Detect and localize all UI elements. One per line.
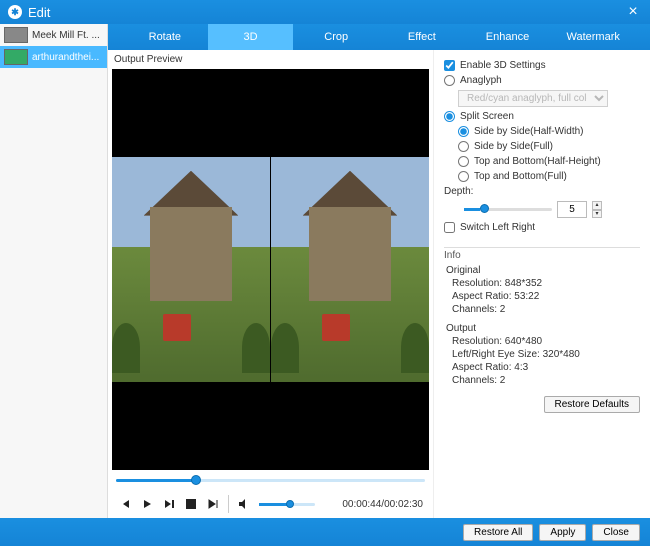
sbs-full-radio[interactable] (458, 141, 469, 152)
out-aspect: Aspect Ratio: 4:3 (452, 362, 640, 373)
anaglyph-radio[interactable] (444, 75, 455, 86)
tab-rotate[interactable]: Rotate (122, 24, 208, 50)
app-icon: ✱ (8, 5, 22, 19)
settings-panel: Enable 3D Settings Anaglyph Red/cyan ana… (433, 50, 650, 518)
titlebar: ✱ Edit × (0, 0, 650, 24)
tab-full-label: Top and Bottom(Full) (474, 171, 567, 182)
depth-label: Depth: (444, 186, 473, 197)
tab-half-radio[interactable] (458, 156, 469, 167)
tab-enhance[interactable]: Enhance (465, 24, 551, 50)
switch-lr-checkbox[interactable] (444, 222, 455, 233)
sidebar-item-0[interactable]: Meek Mill Ft. ... (0, 24, 107, 46)
anaglyph-label: Anaglyph (460, 75, 502, 86)
close-button[interactable]: Close (592, 524, 640, 541)
sidebar-thumb (4, 49, 28, 65)
sidebar-item-label: Meek Mill Ft. ... (32, 30, 100, 41)
anaglyph-dropdown[interactable]: Red/cyan anaglyph, full color (458, 90, 608, 107)
depth-slider[interactable] (464, 208, 552, 211)
orig-resolution: Resolution: 848*352 (452, 278, 640, 289)
out-resolution: Resolution: 640*480 (452, 336, 640, 347)
output-header: Output (446, 323, 640, 334)
depth-knob[interactable] (480, 204, 489, 213)
depth-up-button[interactable]: ▴ (592, 201, 602, 210)
enable-3d-label: Enable 3D Settings (460, 60, 546, 71)
split-screen-radio[interactable] (444, 111, 455, 122)
sbs-full-label: Side by Side(Full) (474, 141, 553, 152)
prev-button[interactable] (118, 497, 132, 511)
out-channels: Channels: 2 (452, 375, 640, 386)
tabs: Rotate 3D Crop Effect Enhance Watermark (108, 24, 650, 50)
seek-bar[interactable] (108, 470, 433, 490)
orig-channels: Channels: 2 (452, 304, 640, 315)
enable-3d-checkbox[interactable] (444, 60, 455, 71)
footer: Restore All Apply Close (0, 518, 650, 546)
sidebar-item-1[interactable]: arthurandthei... (0, 46, 107, 68)
play-button[interactable] (140, 497, 154, 511)
tab-watermark[interactable]: Watermark (550, 24, 636, 50)
time-display: 00:00:44/00:02:30 (342, 499, 423, 510)
out-eye-size: Left/Right Eye Size: 320*480 (452, 349, 640, 360)
next-button[interactable] (206, 497, 220, 511)
file-sidebar: Meek Mill Ft. ... arthurandthei... (0, 24, 108, 518)
volume-knob[interactable] (286, 500, 294, 508)
tab-effect[interactable]: Effect (379, 24, 465, 50)
switch-lr-label: Switch Left Right (460, 222, 535, 233)
tab-full-radio[interactable] (458, 171, 469, 182)
info-header: Info (444, 250, 461, 261)
right-eye-frame (271, 157, 429, 382)
preview-header: Output Preview (108, 50, 433, 69)
window-title: Edit (28, 5, 50, 20)
tab-crop[interactable]: Crop (293, 24, 379, 50)
stop-button[interactable] (184, 497, 198, 511)
step-button[interactable] (162, 497, 176, 511)
sbs-half-label: Side by Side(Half-Width) (474, 126, 583, 137)
depth-input[interactable] (557, 201, 587, 218)
video-preview (112, 69, 429, 470)
restore-defaults-button[interactable]: Restore Defaults (544, 396, 640, 413)
volume-slider[interactable] (259, 503, 315, 506)
volume-icon[interactable] (237, 497, 251, 511)
tab-3d[interactable]: 3D (208, 24, 294, 50)
apply-button[interactable]: Apply (539, 524, 586, 541)
sbs-half-radio[interactable] (458, 126, 469, 137)
control-separator (228, 495, 229, 513)
sidebar-thumb (4, 27, 28, 43)
sidebar-item-label: arthurandthei... (32, 52, 99, 63)
original-header: Original (446, 265, 640, 276)
orig-aspect: Aspect Ratio: 53:22 (452, 291, 640, 302)
playback-controls: 00:00:44/00:02:30 (108, 490, 433, 518)
close-icon[interactable]: × (624, 3, 642, 21)
seek-knob[interactable] (191, 475, 201, 485)
restore-all-button[interactable]: Restore All (463, 524, 533, 541)
left-eye-frame (112, 157, 271, 382)
split-screen-label: Split Screen (460, 111, 514, 122)
depth-down-button[interactable]: ▾ (592, 210, 602, 219)
tab-half-label: Top and Bottom(Half-Height) (474, 156, 601, 167)
